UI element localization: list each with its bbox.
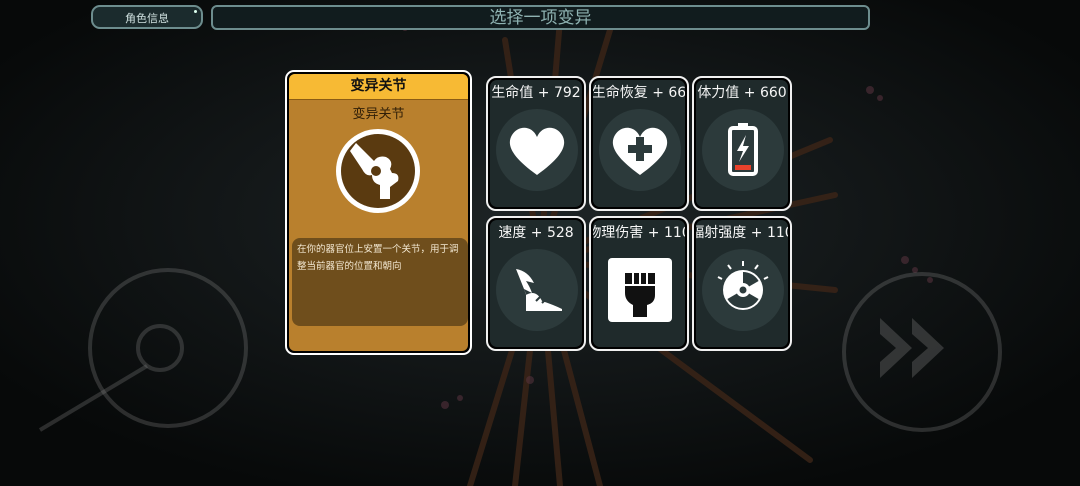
option-icon-bg <box>599 249 681 331</box>
radiation-icon <box>717 261 769 310</box>
move-joystick[interactable] <box>88 268 248 428</box>
option-card-physical-damage[interactable]: 物理伤害 + 110 <box>589 216 689 351</box>
option-label: 速度 + 528 <box>498 225 574 241</box>
option-card-stamina[interactable]: 体力值 + 660 <box>692 76 792 211</box>
battery-bolt-icon <box>728 123 758 176</box>
winged-shoe-icon <box>516 269 562 315</box>
option-label: 生命恢复 + 66 <box>593 85 685 101</box>
option-card-speed[interactable]: 速度 + 528 <box>486 216 586 351</box>
heart-icon <box>509 127 565 175</box>
option-card-health-regen[interactable]: 生命恢复 + 66 <box>589 76 689 211</box>
option-icon-bg <box>702 249 784 331</box>
option-label: 物理伤害 + 110 <box>593 225 685 241</box>
option-label: 体力值 + 660 <box>697 85 787 101</box>
character-info-label: 角色信息 <box>125 12 169 25</box>
option-label: 辐射强度 + 110 <box>696 225 788 241</box>
selected-mutation-heading: 变异关节 <box>289 74 468 100</box>
option-card-health[interactable]: 生命值 + 792 <box>486 76 586 211</box>
option-icon-bg <box>599 109 681 191</box>
selected-mutation-subtitle: 变异关节 <box>352 107 405 122</box>
option-label: 生命值 + 792 <box>491 85 581 101</box>
option-icon-bg <box>496 109 578 191</box>
option-icon-bg <box>702 109 784 191</box>
selected-mutation-card[interactable]: 变异关节 变异关节 在你的器官位上安置一个关节，用于调整当前器官的位置和朝向 <box>285 70 472 355</box>
character-info-button[interactable]: 角色信息 <box>91 5 203 29</box>
heart-plus-icon <box>612 127 668 175</box>
selected-mutation-description: 在你的器官位上安置一个关节，用于调整当前器官的位置和朝向 <box>292 238 468 326</box>
knee-joint-icon <box>336 129 420 213</box>
notification-dot-icon <box>194 10 197 13</box>
fist-icon <box>608 258 672 322</box>
dash-button[interactable] <box>842 272 1002 432</box>
option-icon-bg <box>496 249 578 331</box>
page-title: 选择一项变异 <box>211 5 870 30</box>
option-card-radiation[interactable]: 辐射强度 + 110 <box>692 216 792 351</box>
